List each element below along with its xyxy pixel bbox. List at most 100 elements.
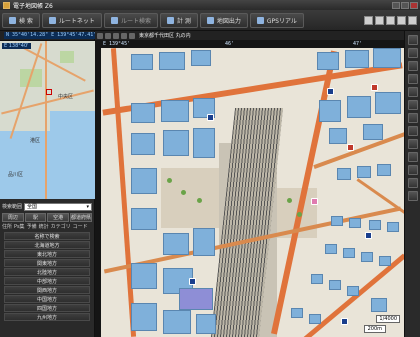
- settings-icon[interactable]: [397, 15, 406, 25]
- map-output-button[interactable]: 地図出力: [199, 12, 248, 28]
- building: [377, 164, 391, 176]
- pan-icon[interactable]: [407, 35, 418, 45]
- list-item[interactable]: 中部地方: [4, 277, 90, 285]
- coordinate-readout: N 35°40'14.28" E 139°45'47.41": [4, 32, 99, 39]
- search-tabs: 周辺 駅 空港 都道府県: [0, 213, 94, 222]
- building: [331, 216, 343, 226]
- ruler-label: E 139°45': [103, 41, 131, 47]
- current-view-marker: [46, 89, 52, 95]
- list-item[interactable]: 関東地方: [4, 259, 90, 267]
- gps-icon[interactable]: [407, 139, 418, 149]
- print-icon[interactable]: [407, 165, 418, 175]
- list-item[interactable]: 北陸地方: [4, 268, 90, 276]
- minimize-button[interactable]: [392, 1, 400, 9]
- list-item[interactable]: 九州地方: [4, 313, 90, 321]
- search-subtabs: 住所 Ps集 予備 統計 カテゴリ コード: [0, 222, 94, 231]
- close-button[interactable]: [410, 1, 418, 9]
- main-map-panel: 東京都千代田区 丸の内 E 139°45' 46' 47' 1/4000 200…: [95, 31, 404, 337]
- text-icon[interactable]: [407, 100, 418, 110]
- building: [337, 168, 351, 180]
- map-address: 東京都千代田区 丸の内: [139, 33, 191, 39]
- pin-icon[interactable]: [407, 61, 418, 71]
- building: [131, 208, 157, 230]
- building: [363, 124, 383, 140]
- list-item[interactable]: 中国地方: [4, 295, 90, 303]
- scale-ratio: 1/4000: [376, 315, 400, 323]
- ruler-label: 47': [353, 41, 363, 47]
- photo-icon[interactable]: [407, 126, 418, 136]
- back-icon[interactable]: [97, 32, 103, 39]
- poi-icon[interactable]: [347, 144, 354, 151]
- route-search-button[interactable]: ルート検索: [103, 12, 158, 28]
- measure-icon[interactable]: [407, 113, 418, 123]
- scale-bar: 200m: [363, 325, 386, 333]
- tab-prefecture[interactable]: 都道府県: [69, 213, 92, 222]
- settings-icon[interactable]: [407, 191, 418, 201]
- route-icon: [110, 16, 118, 24]
- forward-icon[interactable]: [105, 32, 111, 39]
- list-item[interactable]: 関西地方: [4, 286, 90, 294]
- subtab-spare[interactable]: 予備: [27, 223, 37, 230]
- street-map[interactable]: 1/4000 200m: [101, 48, 404, 337]
- building: [345, 50, 369, 68]
- tab-station[interactable]: 駅: [24, 213, 47, 222]
- help-icon[interactable]: [408, 15, 417, 25]
- list-item[interactable]: 北海道地方: [4, 241, 90, 249]
- left-panel: N 35°40'14.28" E 139°45'47.41" E 138°40'…: [0, 31, 99, 337]
- district-label: 港区: [30, 138, 41, 144]
- river-water: [50, 111, 95, 141]
- poi-icon[interactable]: [365, 232, 372, 239]
- poi-icon[interactable]: [311, 198, 318, 205]
- home-icon[interactable]: [113, 32, 119, 39]
- subtab-stats[interactable]: 統計: [39, 223, 49, 230]
- toolbar-right-icons: [364, 15, 420, 25]
- layers-icon[interactable]: [375, 15, 384, 25]
- subtab-address[interactable]: 住所: [2, 223, 12, 230]
- document-icon[interactable]: [364, 15, 373, 25]
- measure-button[interactable]: 計 測: [159, 12, 198, 28]
- building: [193, 228, 215, 256]
- poi-icon[interactable]: [189, 278, 196, 285]
- route-net-button[interactable]: ルートネット: [41, 12, 102, 28]
- subtab-category[interactable]: カテゴリ: [51, 223, 71, 230]
- poi-icon[interactable]: [327, 88, 334, 95]
- zoom-out-icon[interactable]: [129, 32, 135, 39]
- tab-nearby[interactable]: 周辺: [2, 213, 24, 222]
- poi-icon[interactable]: [207, 114, 214, 121]
- left-panel-header: N 35°40'14.28" E 139°45'47.41": [0, 31, 99, 40]
- expressway: [45, 41, 47, 199]
- window-icon[interactable]: [386, 15, 395, 25]
- region-list: 名称で検索 北海道地方 東北地方 関東地方 北陸地方 中部地方 関西地方 中国地…: [0, 232, 94, 321]
- export-icon[interactable]: [407, 178, 418, 188]
- poi-icon[interactable]: [371, 84, 378, 91]
- app-icon: [3, 1, 10, 9]
- building: [343, 248, 355, 258]
- minimap-coordinate: E 138°40': [2, 43, 31, 49]
- building: [357, 166, 371, 178]
- park-area: [60, 51, 74, 63]
- list-item[interactable]: 四国地方: [4, 304, 90, 312]
- building: [196, 314, 216, 334]
- building: [291, 308, 303, 318]
- subtab-ps[interactable]: Ps集: [14, 223, 25, 230]
- subtab-code[interactable]: コード: [73, 223, 88, 230]
- building: [163, 310, 191, 334]
- search-button[interactable]: 検 索: [2, 12, 40, 28]
- draw-icon[interactable]: [407, 87, 418, 97]
- search-range-select[interactable]: 全国 ▾: [24, 202, 92, 211]
- list-item[interactable]: 東北地方: [4, 250, 90, 258]
- overview-map[interactable]: E 138°40' 中央区 港区 品川区: [0, 40, 95, 199]
- maximize-button[interactable]: [401, 1, 409, 9]
- tab-airport[interactable]: 空港: [47, 213, 69, 222]
- poi-icon[interactable]: [341, 318, 348, 325]
- zoom-icon[interactable]: [407, 48, 418, 58]
- zoom-in-icon[interactable]: [121, 32, 127, 39]
- list-item[interactable]: 名称で検索: [4, 232, 90, 240]
- route-icon[interactable]: [407, 74, 418, 84]
- gps-button[interactable]: GPSリアル: [249, 12, 304, 28]
- tree: [181, 190, 186, 195]
- district-label: 品川区: [8, 172, 24, 178]
- building: [163, 130, 189, 156]
- coordinate-ruler: E 139°45' 46' 47': [95, 40, 404, 48]
- layer-icon[interactable]: [407, 152, 418, 162]
